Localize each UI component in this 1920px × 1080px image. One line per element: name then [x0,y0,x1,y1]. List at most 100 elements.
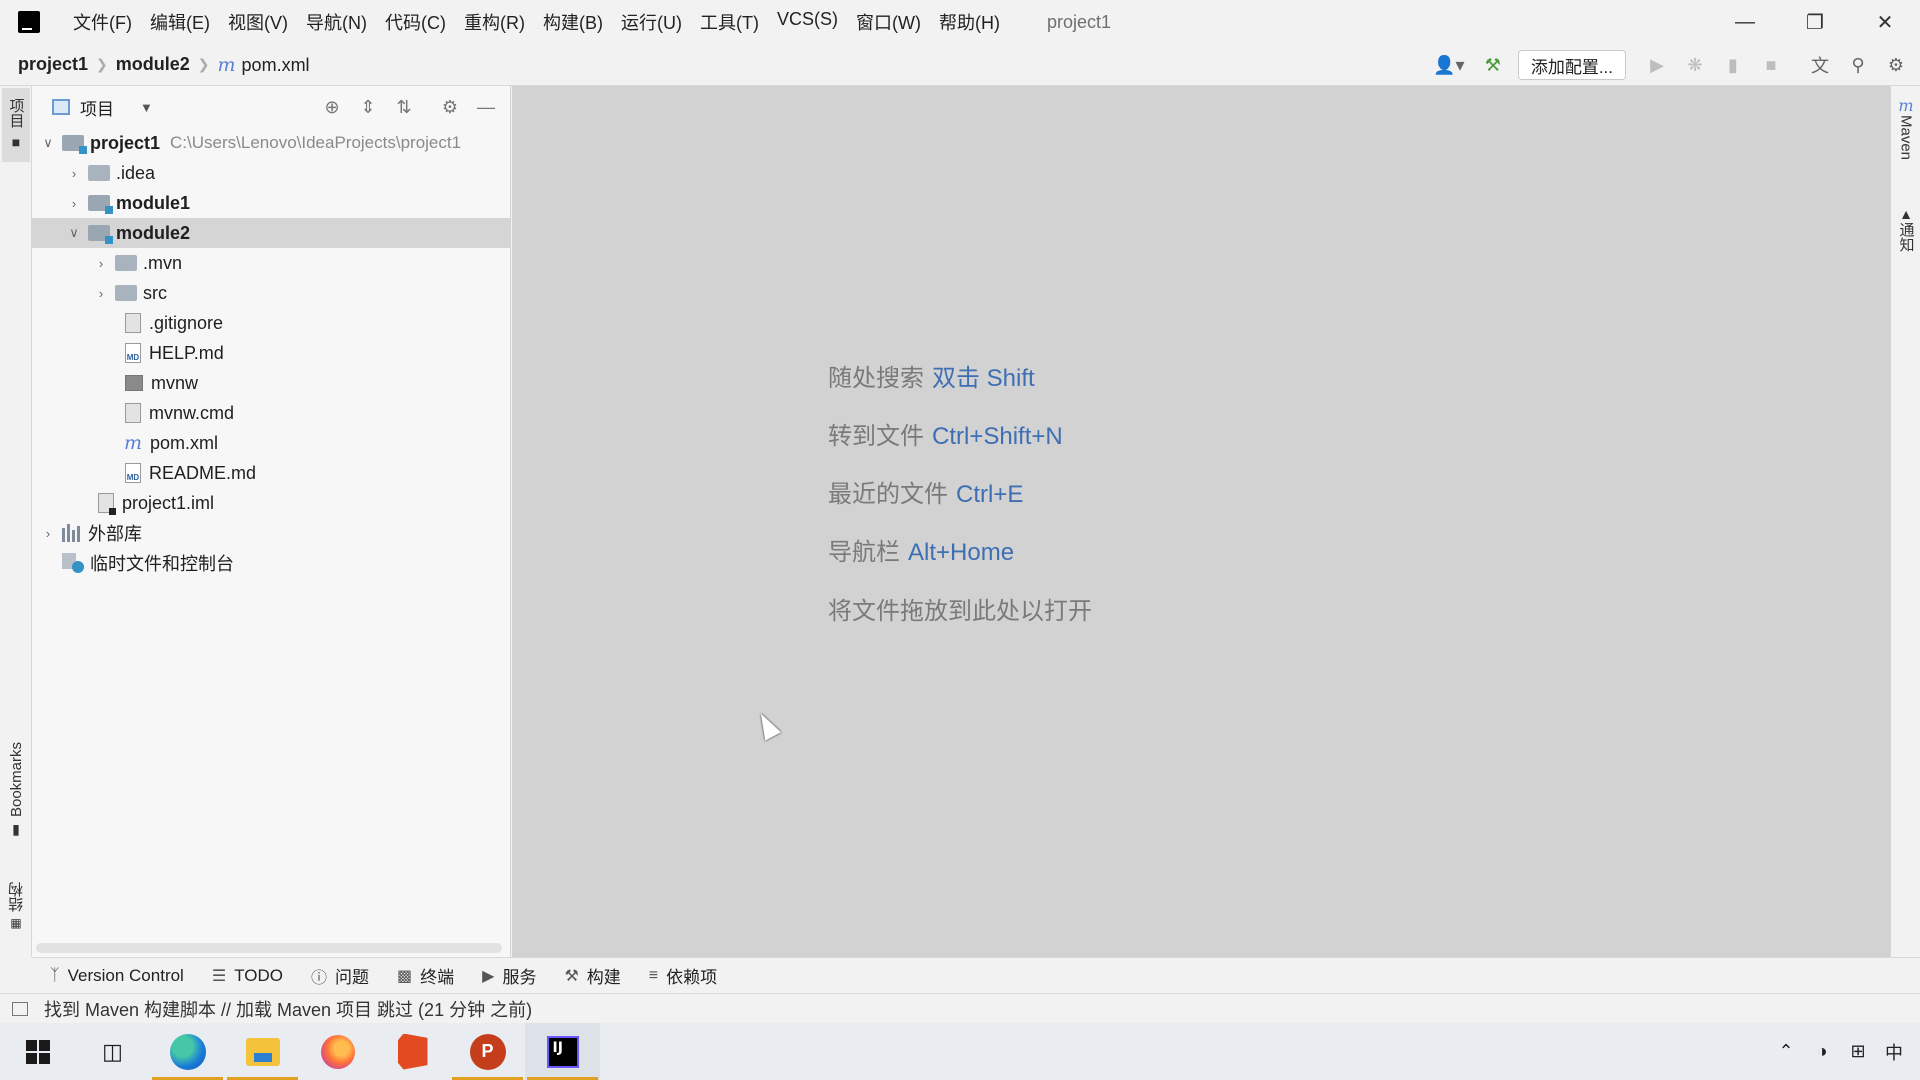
tab-notifications[interactable]: ▲ 通知 [1892,206,1920,266]
breadcrumb-project1[interactable]: project1 [18,54,88,75]
panel-options-button[interactable]: ⚙ [432,89,468,125]
taskbar-file-explorer[interactable] [225,1023,300,1080]
tree-item-mvn[interactable]: › .mvn [32,248,510,278]
tree-item-project1-iml[interactable]: project1.iml [32,488,510,518]
tree-item-mvnw-cmd[interactable]: mvnw.cmd [32,398,510,428]
build-button[interactable]: ⚒ [1477,49,1509,81]
taskbar-intellij[interactable]: IJ [525,1023,600,1080]
tree-item-external-libraries[interactable]: › 外部库 [32,518,510,548]
hint-label: 随处搜索 [828,365,924,392]
show-hidden-icons-button[interactable]: ⌃ [1768,1041,1804,1062]
tree-item-label: 外部库 [88,524,142,544]
menu-edit[interactable]: 编辑(E) [141,9,219,35]
chevron-down-icon[interactable]: ∨ [64,225,84,241]
run-button[interactable]: ▶ [1641,49,1673,81]
hide-panel-button[interactable]: — [468,89,504,125]
tree-item-gitignore[interactable]: .gitignore [32,308,510,338]
gear-icon: ⚙ [1887,54,1905,75]
office-icon [397,1033,428,1070]
project-view-selector[interactable]: 项目 ▼ [52,95,153,120]
chevron-down-icon[interactable]: ∨ [38,135,58,151]
expand-all-button[interactable]: ⇕ [350,89,386,125]
add-configuration-button[interactable]: 添加配置... [1517,50,1626,80]
horizontal-scrollbar[interactable] [36,943,502,953]
menu-window[interactable]: 窗口(W) [847,9,930,35]
taskbar-powerpoint[interactable]: P [450,1023,525,1080]
status-message[interactable]: 找到 Maven 构建脚本 // 加载 Maven 项目 跳过 (21 分钟 之… [44,996,532,1022]
debug-button[interactable]: ❋ [1679,49,1711,81]
tab-maven[interactable]: m Maven [1892,96,1920,176]
settings-button[interactable]: ⚙ [1880,49,1912,81]
select-opened-file-button[interactable]: ⊕ [314,89,350,125]
menu-file[interactable]: 文件(F) [64,9,141,35]
menu-refactor[interactable]: 重构(R) [455,9,534,35]
tree-item-project1[interactable]: ∨ project1 C:\Users\Lenovo\IdeaProjects\… [32,128,510,158]
close-button[interactable]: ✕ [1850,0,1920,44]
tree-item-mvnw[interactable]: mvnw [32,368,510,398]
menu-code[interactable]: 代码(C) [376,9,455,35]
bug-icon: ❋ [1687,54,1703,75]
tab-version-control[interactable]: ᛉ Version Control [50,966,184,986]
network-icon[interactable]: ◑ [1804,1041,1840,1062]
tree-item-idea[interactable]: › .idea [32,158,510,188]
tab-build[interactable]: ⚒ 构建 [564,963,620,988]
restore-button[interactable]: ❐ [1780,0,1850,44]
taskbar-edge[interactable] [150,1023,225,1080]
tree-item-label: project1.iml [122,492,215,513]
collapse-all-button[interactable]: ⇅ [386,89,422,125]
chevron-right-icon[interactable]: › [38,526,58,541]
tab-problems[interactable]: ⓘ 问题 [311,963,369,988]
translate-button[interactable]: 文 [1804,49,1836,81]
minimize-icon: — [477,96,495,117]
editor-empty-area[interactable]: 随处搜索 双击 Shift 转到文件 Ctrl+Shift+N 最近的文件 Ctrl+… [512,86,1890,957]
chevron-right-icon[interactable]: › [64,166,84,181]
tree-item-scratches[interactable]: 临时文件和控制台 [32,548,510,578]
tab-structure-label: 结构 [7,882,25,912]
chevron-right-icon[interactable]: › [91,256,111,271]
tab-todo[interactable]: ☰ TODO [212,966,283,986]
search-everywhere-button[interactable]: ⚲ [1842,49,1874,81]
tree-item-src[interactable]: › src [32,278,510,308]
task-view-button[interactable]: ◫ [75,1023,150,1080]
tab-structure[interactable]: 结构 ▦ [2,882,30,946]
menu-vcs[interactable]: VCS(S) [768,9,847,35]
target-icon: ⊕ [324,96,340,117]
menu-run[interactable]: 运行(U) [612,9,691,35]
menu-tools[interactable]: 工具(T) [691,9,768,35]
taskbar-firefox[interactable] [300,1023,375,1080]
system-tray: ⌃ ◑ ⊞ 中 [1768,1023,1920,1080]
tab-terminal[interactable]: ▩ 终端 [397,963,454,988]
title-bar: 文件(F) 编辑(E) 视图(V) 导航(N) 代码(C) 重构(R) 构建(B… [0,0,1920,44]
tab-project[interactable]: 项目 ■ [2,88,30,162]
terminal-icon: ▩ [397,967,413,985]
edge-browser-icon [169,1033,206,1070]
intellij-icon: IJ [546,1035,579,1068]
taskbar-office[interactable] [375,1023,450,1080]
breadcrumb-pom-xml[interactable]: m pom.xml [218,54,310,76]
menu-navigate[interactable]: 导航(N) [297,9,376,35]
account-button[interactable]: 👤▾ [1427,49,1471,81]
menu-build[interactable]: 构建(B) [534,9,612,35]
menu-help[interactable]: 帮助(H) [930,9,1009,35]
tree-item-pom-xml[interactable]: m pom.xml [32,428,510,458]
tab-label: TODO [234,965,283,985]
menu-view[interactable]: 视图(V) [219,9,297,35]
minimize-button[interactable]: — [1710,0,1780,44]
tree-item-readme-md[interactable]: MD README.md [32,458,510,488]
tab-dependencies[interactable]: ≡ 依赖项 [649,963,717,988]
tab-bookmarks[interactable]: Bookmarks ▮ [2,742,30,862]
ime-indicator[interactable]: 中 [1876,1039,1912,1065]
stop-button[interactable]: ■ [1755,49,1787,81]
breadcrumb-module2[interactable]: module2 [116,54,190,75]
input-grid-icon[interactable]: ⊞ [1840,1041,1876,1062]
coverage-button[interactable]: ▮ [1717,49,1749,81]
chevron-right-icon[interactable]: › [64,196,84,211]
chevron-right-icon[interactable]: › [91,286,111,301]
tab-services[interactable]: ▶ 服务 [482,963,536,988]
tool-windows-toggle-icon[interactable] [12,1001,28,1016]
play-circle-icon: ▶ [482,967,495,985]
tree-item-module2[interactable]: ∨ module2 [32,218,510,248]
tree-item-module1[interactable]: › module1 [32,188,510,218]
start-button[interactable] [0,1023,75,1080]
tree-item-help-md[interactable]: MD HELP.md [32,338,510,368]
